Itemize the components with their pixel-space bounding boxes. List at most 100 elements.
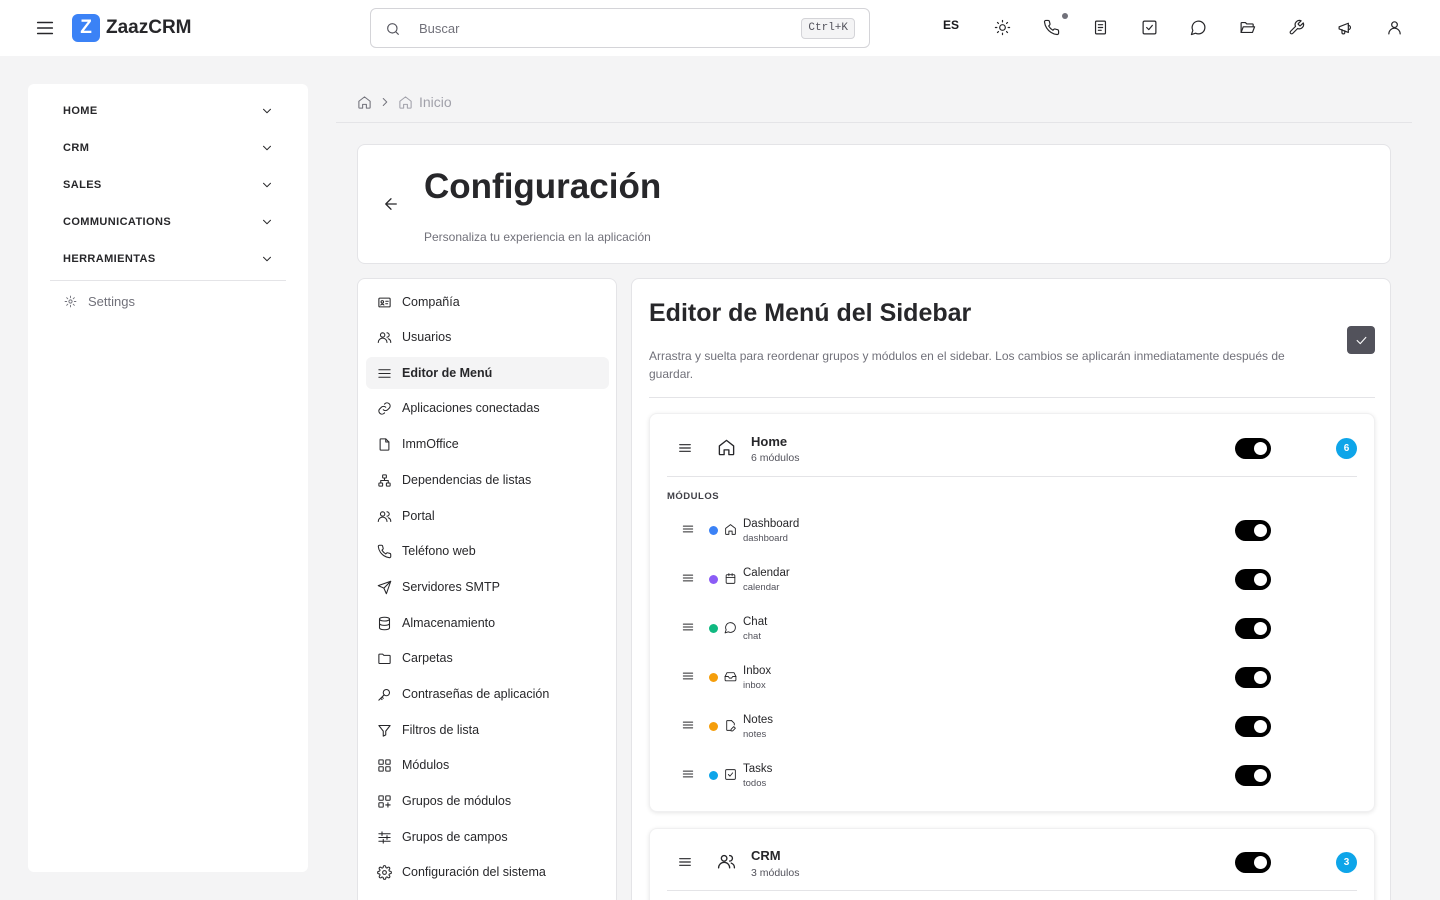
settings-nav-item-grupos-campos[interactable]: Grupos de campos (366, 821, 609, 853)
editor-title: Editor de Menú del Sidebar (649, 299, 972, 327)
settings-nav-item-configuracion-sistema[interactable]: Configuración del sistema (366, 856, 609, 888)
settings-nav-item-telefono[interactable]: Teléfono web (366, 535, 609, 567)
settings-nav-item-dependencias[interactable]: Dependencias de listas (366, 464, 609, 496)
wrench-icon[interactable] (1287, 18, 1307, 38)
settings-nav-item-modulos[interactable]: Módulos (366, 749, 609, 781)
breadcrumb-current: Inicio (419, 94, 452, 110)
group-module-count: 3 módulos (751, 867, 800, 879)
user-icon[interactable] (1385, 18, 1405, 38)
module-visibility-toggle[interactable] (1235, 618, 1271, 639)
module-visibility-toggle[interactable] (1235, 520, 1271, 541)
settings-nav-label: Compañía (402, 295, 460, 309)
nav-group-label: CRM (63, 142, 90, 154)
drag-handle-icon[interactable] (681, 669, 695, 683)
check-square-icon[interactable] (1140, 18, 1160, 38)
users-icon (377, 331, 392, 343)
settings-nav-item-compania[interactable]: Compañía (366, 286, 609, 318)
home-icon (724, 523, 738, 537)
notebook-icon[interactable] (1091, 18, 1111, 38)
module-visibility-toggle[interactable] (1235, 667, 1271, 688)
module-key: todos (743, 778, 767, 789)
group-divider (667, 890, 1357, 891)
folder-icon[interactable] (1238, 18, 1258, 38)
settings-nav-item-aplicaciones[interactable]: Aplicaciones conectadas (366, 392, 609, 424)
group-count-badge: 3 (1336, 852, 1357, 873)
chevron-down-icon (263, 219, 271, 225)
drag-handle-icon[interactable] (681, 522, 695, 536)
phone-icon[interactable] (1042, 13, 1068, 38)
breadcrumb: Inicio (357, 94, 452, 110)
grid-icon (378, 758, 391, 772)
global-search[interactable]: Ctrl+K (370, 8, 870, 48)
settings-nav-item-smtp[interactable]: Servidores SMTP (366, 571, 609, 603)
grid-plus-icon (378, 794, 391, 808)
settings-nav-label: Portal (402, 509, 435, 523)
module-row-chat: Chat chat (650, 614, 1376, 642)
nav-group-crm[interactable]: CRM (50, 137, 286, 159)
language-switcher[interactable]: ES (932, 18, 970, 32)
menu-editor-panel: Editor de Menú del Sidebar Arrastra y su… (631, 278, 1391, 900)
search-icon (387, 23, 399, 35)
chevron-down-icon (263, 108, 271, 114)
settings-nav-item-editor-menu[interactable]: Editor de Menú (366, 357, 609, 389)
group-divider (667, 476, 1357, 477)
breadcrumb-divider (336, 122, 1412, 123)
group-visibility-toggle[interactable] (1235, 852, 1271, 873)
settings-nav-item-portal[interactable]: Portal (366, 500, 609, 532)
drag-handle-icon[interactable] (681, 620, 695, 634)
check-square-icon (724, 768, 738, 782)
chat-icon[interactable] (1189, 18, 1209, 38)
module-visibility-toggle[interactable] (1235, 569, 1271, 590)
settings-nav-label: Usuarios (402, 330, 452, 344)
nav-divider (50, 280, 286, 281)
module-visibility-toggle[interactable] (1235, 765, 1271, 786)
save-button[interactable] (1347, 326, 1375, 354)
search-input[interactable] (419, 18, 779, 38)
module-visibility-toggle[interactable] (1235, 716, 1271, 737)
nav-settings-link[interactable]: Settings (64, 294, 135, 309)
settings-nav-label: Carpetas (402, 651, 453, 665)
search-shortcut: Ctrl+K (801, 18, 855, 39)
settings-nav-item-immoffice[interactable]: ImmOffice (366, 428, 609, 460)
back-arrow-icon[interactable] (382, 195, 402, 215)
settings-nav-item-usuarios[interactable]: Usuarios (366, 321, 609, 353)
sliders-icon (378, 830, 391, 844)
phone-icon (377, 544, 392, 558)
calendar-icon (724, 572, 738, 586)
nav-group-label: HOME (63, 105, 98, 117)
inbox-icon (724, 670, 738, 684)
settings-nav-item-contrasenas[interactable]: Contraseñas de aplicación (366, 678, 609, 710)
network-icon (378, 473, 391, 487)
drag-handle-icon[interactable] (681, 571, 695, 585)
nav-group-herramientas[interactable]: HERRAMIENTAS (50, 248, 286, 270)
megaphone-icon[interactable] (1336, 18, 1356, 38)
module-row-notes: Notes notes (650, 712, 1376, 740)
settings-nav-item-grupos-modulos[interactable]: Grupos de módulos (366, 785, 609, 817)
nav-group-home[interactable]: HOME (50, 100, 286, 122)
settings-nav-label: Almacenamiento (402, 616, 496, 630)
module-key: calendar (743, 582, 780, 593)
settings-nav-item-carpetas[interactable]: Carpetas (366, 642, 609, 674)
nav-group-sales[interactable]: SALES (50, 174, 286, 196)
drag-handle-icon[interactable] (677, 854, 693, 870)
nav-group-communications[interactable]: COMMUNICATIONS (50, 211, 286, 233)
home-icon[interactable] (357, 95, 372, 110)
drag-handle-icon[interactable] (681, 718, 695, 732)
sun-icon[interactable] (993, 18, 1013, 38)
filter-icon (378, 724, 391, 737)
page-title: Configuración (424, 167, 662, 206)
send-icon (377, 580, 392, 594)
chevron-down-icon (263, 182, 271, 188)
settings-nav-item-filtros[interactable]: Filtros de lista (366, 714, 609, 746)
group-visibility-toggle[interactable] (1235, 438, 1271, 459)
check-icon (1356, 336, 1366, 344)
editor-divider (649, 397, 1375, 398)
settings-nav-label: Filtros de lista (402, 723, 480, 737)
drag-handle-icon[interactable] (677, 440, 693, 456)
app-logo[interactable]: Z ZaazCRM (72, 14, 192, 42)
app-name: ZaazCRM (106, 17, 192, 38)
hamburger-menu-icon[interactable] (34, 17, 56, 39)
settings-nav-item-almacenamiento[interactable]: Almacenamiento (366, 607, 609, 639)
menu-group-card-home: Home 6 módulos 6 MÓDULOS Dashboard dashb… (649, 413, 1375, 812)
drag-handle-icon[interactable] (681, 767, 695, 781)
